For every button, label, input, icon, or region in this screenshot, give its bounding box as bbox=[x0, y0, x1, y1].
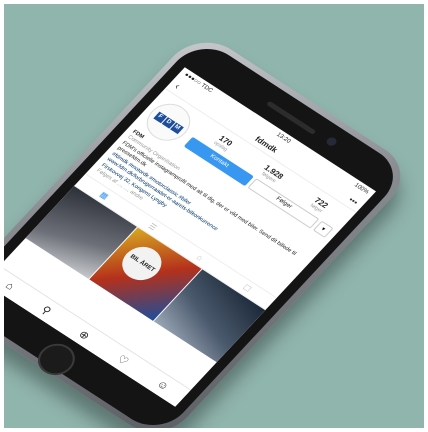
photo-background: ●●●○○ TDC 13:20 100% ‹ fdmdk ••• F D M 1… bbox=[4, 4, 424, 428]
tagged-icon[interactable]: ☐ bbox=[241, 283, 253, 294]
search-icon[interactable]: ⚲ bbox=[39, 303, 55, 317]
dropdown-chevron-icon[interactable]: ▾ bbox=[312, 220, 334, 238]
grid-view-icon[interactable]: ▦ bbox=[98, 190, 111, 201]
stat-posts[interactable]: 170 opslag bbox=[212, 134, 235, 153]
home-icon[interactable]: ⌂ bbox=[4, 280, 17, 293]
fdm-logo: F D M bbox=[153, 110, 184, 134]
heart-icon[interactable]: ♡ bbox=[115, 352, 132, 367]
list-view-icon[interactable]: ☰ bbox=[146, 222, 158, 233]
car-of-year-badge: BIL ÅRET bbox=[114, 240, 170, 288]
location-icon[interactable]: ⌂ bbox=[194, 253, 204, 262]
stat-following[interactable]: 722 følger bbox=[308, 196, 330, 214]
more-options-icon[interactable]: ••• bbox=[347, 195, 360, 206]
smartphone: ●●●○○ TDC 13:20 100% ‹ fdmdk ••• F D M 1… bbox=[4, 28, 418, 428]
back-arrow-icon[interactable]: ‹ bbox=[172, 81, 182, 91]
profile-icon[interactable]: ☺ bbox=[154, 378, 172, 393]
add-post-icon[interactable]: ⊕ bbox=[76, 327, 93, 342]
